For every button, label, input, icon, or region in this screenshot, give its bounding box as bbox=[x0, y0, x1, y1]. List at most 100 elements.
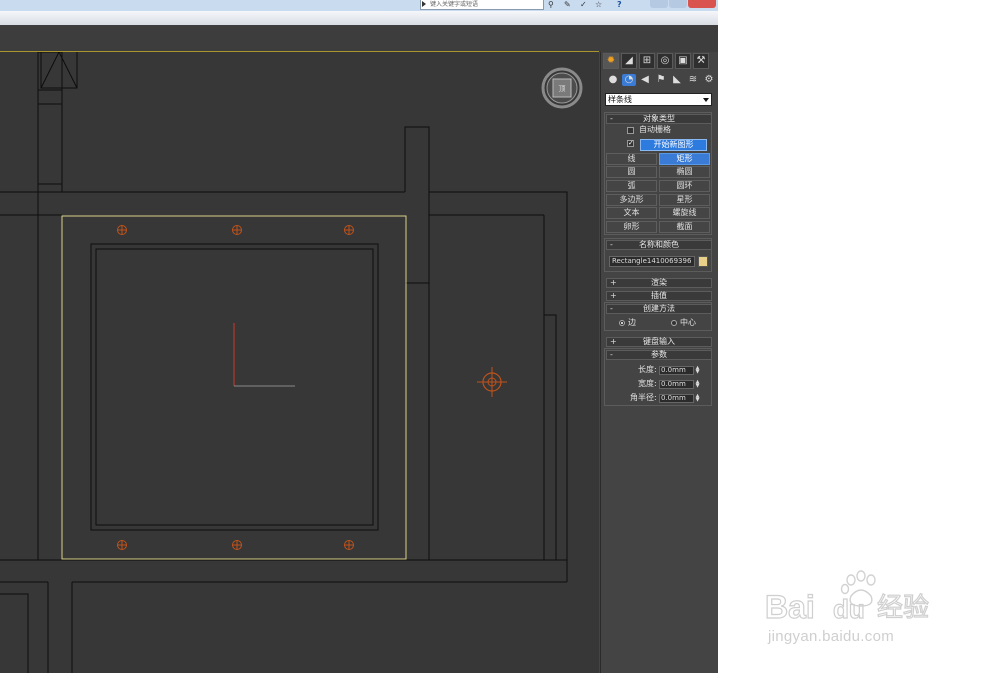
lights-icon[interactable]: ◀ bbox=[638, 74, 652, 86]
circle-button[interactable]: 圆 bbox=[606, 166, 657, 178]
toolbar-strip bbox=[0, 11, 718, 25]
name-color-header[interactable]: - 名称和颜色 bbox=[606, 240, 712, 250]
parameters-header[interactable]: - 参数 bbox=[606, 350, 712, 360]
hierarchy-tab-icon[interactable]: ⊞ bbox=[639, 53, 655, 69]
cameras-icon[interactable]: ⚑ bbox=[654, 74, 668, 86]
pin-icon[interactable]: ✓ bbox=[580, 0, 587, 9]
interpolation-title: 插值 bbox=[651, 291, 667, 300]
rendering-rollout-header[interactable]: + 渲染 bbox=[606, 278, 712, 288]
wall-line bbox=[543, 314, 557, 561]
space-warps-icon[interactable]: ≋ bbox=[686, 74, 700, 86]
minimize-button[interactable] bbox=[650, 0, 668, 8]
object-name-field[interactable]: Rectangle1410069396 bbox=[609, 256, 695, 267]
display-tab-icon[interactable]: ▣ bbox=[675, 53, 691, 69]
utilities-tab-icon[interactable]: ⚒ bbox=[693, 53, 709, 69]
ellipse-button[interactable]: 椭圆 bbox=[659, 166, 710, 178]
search-placeholder: 键入关键字或短语 bbox=[430, 1, 479, 8]
category-dropdown-value: 样条线 bbox=[608, 95, 632, 104]
section-button[interactable]: 截面 bbox=[659, 221, 710, 233]
expand-icon: + bbox=[610, 337, 617, 346]
star-icon[interactable]: ☆ bbox=[595, 0, 602, 9]
snap-markers bbox=[117, 225, 354, 550]
inner-rectangle-inner bbox=[95, 248, 374, 526]
tools-icon[interactable]: ✎ bbox=[564, 0, 571, 9]
collapse-icon: - bbox=[610, 304, 613, 313]
corner-radius-label: 角半径: bbox=[630, 393, 657, 402]
axis-gizmo bbox=[233, 323, 295, 387]
auto-grid-label: 自动栅格 bbox=[639, 125, 671, 134]
expand-icon: + bbox=[610, 291, 617, 300]
ngon-button[interactable]: 多边形 bbox=[606, 194, 657, 206]
viewcube-icon: 顶 bbox=[541, 67, 583, 109]
object-type-title: 对象类型 bbox=[643, 114, 675, 123]
name-color-title: 名称和颜色 bbox=[639, 240, 679, 249]
wall-line bbox=[0, 593, 29, 673]
shapes-icon[interactable]: ◔ bbox=[622, 74, 636, 86]
close-button[interactable] bbox=[688, 0, 716, 8]
corner-radius-field[interactable]: 0.0mm bbox=[659, 394, 694, 403]
helix-button[interactable]: 螺旋线 bbox=[659, 207, 710, 219]
svg-text:经验: 经验 bbox=[877, 593, 929, 623]
viewport-drawing: 顶 bbox=[0, 52, 583, 673]
arc-button[interactable]: 弧 bbox=[606, 180, 657, 192]
edge-label: 边 bbox=[628, 318, 636, 327]
object-color-swatch[interactable] bbox=[698, 256, 708, 267]
corner-radius-spinner-icon[interactable]: ▲ ▼ bbox=[694, 394, 701, 403]
svg-text:du: du bbox=[833, 594, 865, 624]
length-spinner-icon[interactable]: ▲ ▼ bbox=[694, 366, 701, 375]
snap-cursor-icon bbox=[477, 367, 507, 397]
parameters-title: 参数 bbox=[651, 350, 667, 359]
egg-button[interactable]: 卵形 bbox=[606, 221, 657, 233]
star-button[interactable]: 星形 bbox=[659, 194, 710, 206]
title-bar: 键入关键字或短语 ⚲ ✎ ✓ ☆ ? bbox=[0, 0, 718, 11]
helpers-icon[interactable]: ◣ bbox=[670, 74, 684, 86]
auto-grid-checkbox[interactable] bbox=[627, 127, 634, 134]
collapse-icon: - bbox=[610, 114, 613, 123]
search-arrow-icon bbox=[422, 1, 426, 7]
edge-radio[interactable] bbox=[619, 320, 625, 326]
text-button[interactable]: 文本 bbox=[606, 207, 657, 219]
expand-icon: + bbox=[610, 278, 617, 287]
length-field[interactable]: 0.0mm bbox=[659, 366, 694, 375]
creation-method-title: 创建方法 bbox=[643, 304, 675, 313]
start-new-shape-checkbox[interactable]: ✓ bbox=[627, 140, 634, 147]
object-type-header[interactable]: - 对象类型 bbox=[606, 114, 712, 124]
width-field[interactable]: 0.0mm bbox=[659, 380, 694, 389]
start-new-shape-button[interactable]: 开始新图形 bbox=[640, 139, 707, 151]
width-label: 宽度: bbox=[638, 379, 657, 388]
interpolation-rollout-header[interactable]: + 插值 bbox=[606, 291, 712, 301]
motion-tab-icon[interactable]: ◎ bbox=[657, 53, 673, 69]
svg-text:Bai: Bai bbox=[765, 589, 815, 625]
rendering-title: 渲染 bbox=[651, 278, 667, 287]
geometry-icon[interactable]: ● bbox=[606, 74, 620, 86]
binoculars-icon[interactable]: ⚲ bbox=[548, 0, 554, 9]
creation-method-header[interactable]: - 创建方法 bbox=[606, 304, 712, 314]
center-label: 中心 bbox=[680, 318, 696, 327]
3dsmax-window: 键入关键字或短语 ⚲ ✎ ✓ ☆ ? 顶 ✹ ◢ ⊞ ◎ ▣ ⚒ ● ◔ ◀ ⚑… bbox=[0, 0, 718, 673]
line-button[interactable]: 线 bbox=[606, 153, 657, 165]
create-tab-icon[interactable]: ✹ bbox=[603, 53, 619, 69]
center-radio[interactable] bbox=[671, 320, 677, 326]
modify-tab-icon[interactable]: ◢ bbox=[621, 53, 637, 69]
help-icon[interactable]: ? bbox=[617, 0, 622, 9]
search-field[interactable]: 键入关键字或短语 bbox=[420, 0, 544, 10]
inner-rectangle-outer bbox=[90, 243, 379, 531]
keyboard-entry-rollout-header[interactable]: + 键盘输入 bbox=[606, 337, 712, 347]
category-dropdown[interactable]: 样条线 bbox=[605, 93, 712, 106]
collapse-icon: - bbox=[610, 240, 613, 249]
chevron-down-icon bbox=[703, 98, 709, 102]
keyboard-entry-title: 键盘输入 bbox=[643, 337, 675, 346]
svg-text:顶: 顶 bbox=[559, 85, 566, 93]
top-viewport[interactable]: 顶 bbox=[0, 52, 599, 673]
rectangle-button[interactable]: 矩形 bbox=[659, 153, 710, 165]
width-spinner-icon[interactable]: ▲ ▼ bbox=[694, 380, 701, 389]
collapse-icon: - bbox=[610, 350, 613, 359]
systems-icon[interactable]: ⚙ bbox=[702, 74, 716, 86]
viewport-header bbox=[0, 25, 718, 52]
door-frame bbox=[40, 52, 78, 89]
selected-rectangle bbox=[61, 215, 407, 560]
maximize-button[interactable] bbox=[669, 0, 687, 8]
length-label: 长度: bbox=[638, 365, 657, 374]
donut-button[interactable]: 圆环 bbox=[659, 180, 710, 192]
door-swing bbox=[40, 52, 78, 89]
